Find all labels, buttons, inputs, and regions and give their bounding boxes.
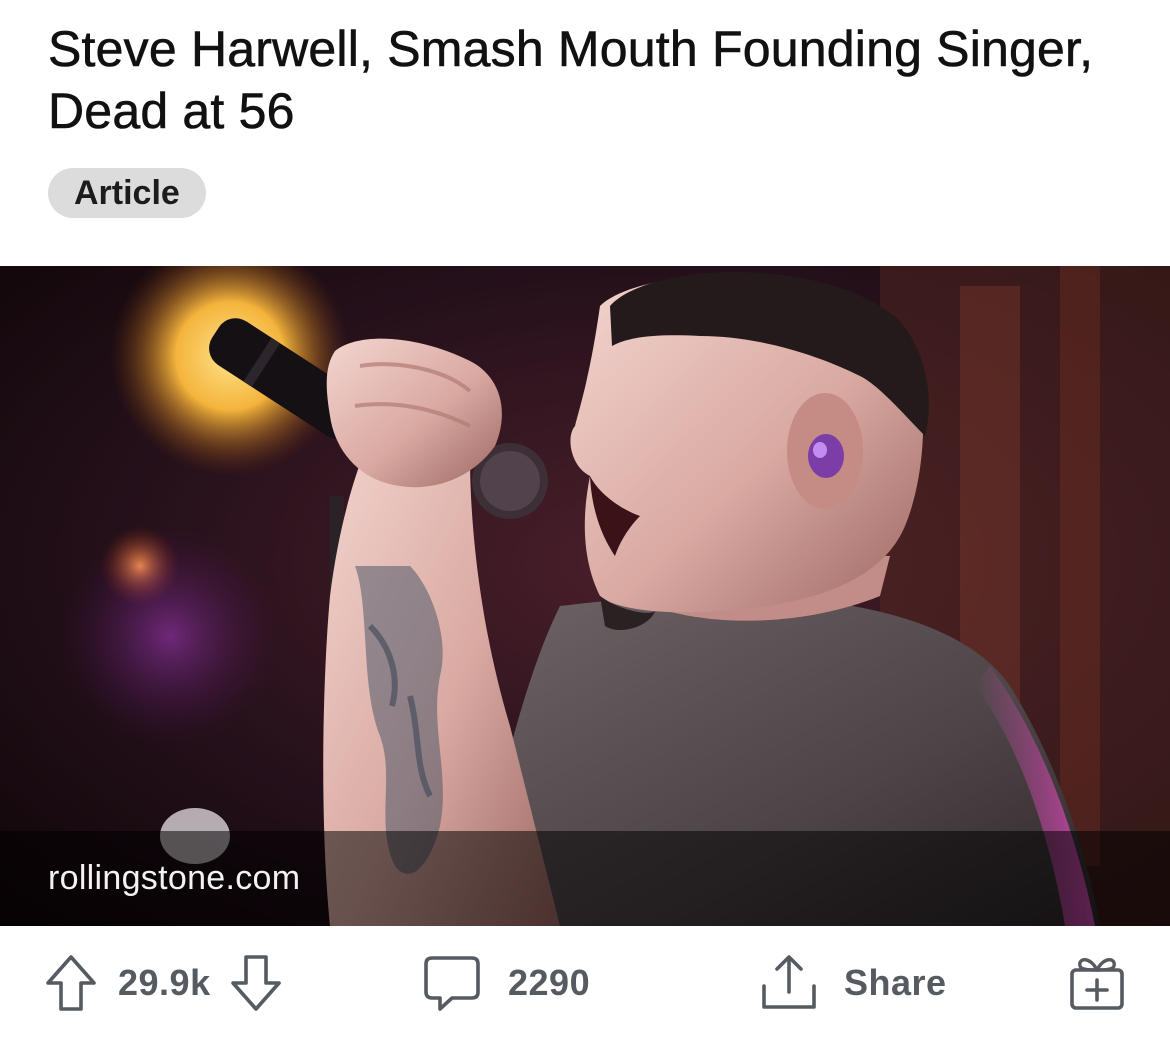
post-action-bar: 29.9k 2290 Share	[0, 926, 1170, 1039]
share-label: Share	[844, 961, 947, 1003]
post-flair-label: Article	[74, 173, 180, 212]
comments-button[interactable]: 2290	[422, 926, 590, 1039]
post-flair-badge[interactable]: Article	[48, 168, 206, 218]
award-button[interactable]	[1066, 926, 1128, 1039]
post-thumbnail-image	[0, 266, 1170, 926]
link-domain: rollingstone.com	[48, 859, 301, 897]
speech-bubble-icon	[424, 955, 480, 1011]
share-button[interactable]: Share	[758, 926, 947, 1039]
comment-count: 2290	[508, 961, 591, 1003]
gift-plus-icon	[1070, 957, 1124, 1010]
share-upload-icon	[762, 954, 816, 1009]
upvote-button[interactable]	[44, 953, 98, 1013]
vote-group: 29.9k	[44, 926, 283, 1039]
arrow-up-icon	[46, 954, 96, 1011]
post-title[interactable]: Steve Harwell, Smash Mouth Founding Sing…	[48, 18, 1128, 142]
post-link-preview[interactable]: rollingstone.com	[0, 266, 1170, 926]
downvote-button[interactable]	[229, 953, 283, 1013]
arrow-down-icon	[230, 954, 281, 1011]
link-domain-bar[interactable]: rollingstone.com	[0, 831, 1170, 926]
vote-score: 29.9k	[118, 961, 211, 1003]
